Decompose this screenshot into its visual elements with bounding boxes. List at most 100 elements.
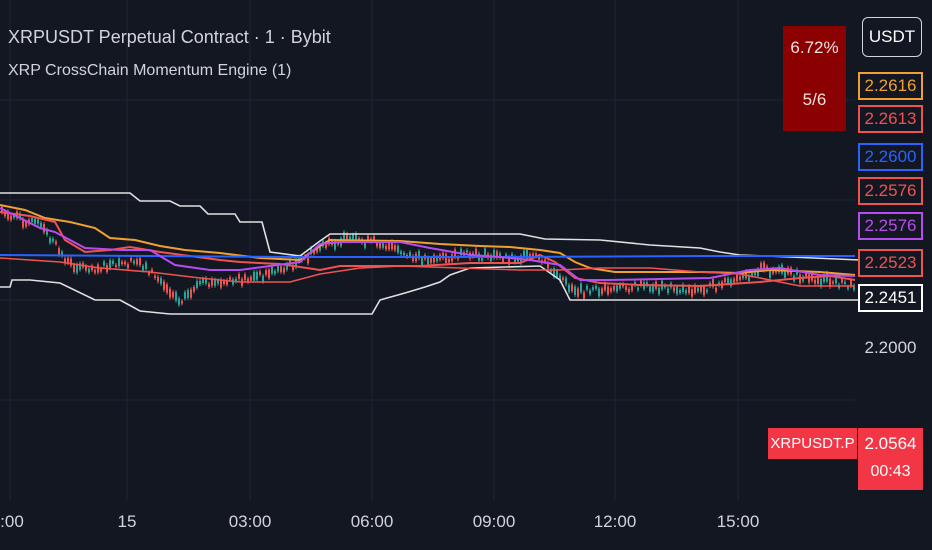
candle xyxy=(103,261,105,266)
candle xyxy=(628,288,630,293)
candle xyxy=(448,258,450,263)
candle xyxy=(847,286,849,289)
candle xyxy=(238,274,240,279)
candle xyxy=(262,275,264,282)
candle xyxy=(199,281,201,285)
candle xyxy=(667,288,669,293)
candle xyxy=(697,287,699,292)
candle xyxy=(271,266,273,274)
candle xyxy=(703,286,705,296)
candle xyxy=(70,258,72,266)
candle xyxy=(580,283,582,293)
candle xyxy=(556,270,558,278)
candle xyxy=(388,243,390,250)
candle xyxy=(574,286,576,295)
time-label: 09:00 xyxy=(472,512,516,531)
indicator-lines xyxy=(0,192,861,315)
price-tag: 2.2600 xyxy=(858,143,923,171)
candle xyxy=(592,287,594,290)
candle xyxy=(673,287,675,292)
time-label: 03:00 xyxy=(228,512,272,531)
candle xyxy=(565,277,567,285)
candle xyxy=(31,217,33,222)
candle xyxy=(256,272,258,280)
indicator-name: XRP CrossChain Momentum Engine (1) xyxy=(8,62,292,79)
candle xyxy=(613,285,615,291)
candle xyxy=(715,287,717,292)
candle xyxy=(268,269,270,279)
candle xyxy=(184,292,186,299)
candle xyxy=(202,278,204,283)
candle xyxy=(739,276,741,280)
candle xyxy=(277,265,279,272)
time-label: :00 xyxy=(0,512,24,531)
candle xyxy=(55,241,57,245)
candle xyxy=(130,257,132,261)
candle xyxy=(658,287,660,295)
candle xyxy=(379,242,381,248)
price-tag: 2.2576 xyxy=(858,212,923,240)
candle xyxy=(142,266,144,271)
candle xyxy=(259,271,261,275)
candle xyxy=(280,266,282,273)
candle xyxy=(571,284,573,292)
candle xyxy=(34,218,36,224)
candle xyxy=(265,270,267,275)
candle xyxy=(10,215,12,220)
candle xyxy=(67,257,69,263)
candle xyxy=(466,250,468,253)
info-ratio-box: 5/6 xyxy=(783,69,846,131)
candle xyxy=(598,288,600,297)
candle xyxy=(169,288,171,298)
currency-button[interactable]: USDT xyxy=(862,17,922,57)
candle xyxy=(577,288,579,297)
candle xyxy=(223,280,225,285)
time-label: 15:00 xyxy=(716,512,760,531)
candle xyxy=(631,285,633,291)
candle xyxy=(154,275,156,278)
candle xyxy=(157,276,159,282)
candle xyxy=(595,285,597,289)
candle xyxy=(616,285,618,292)
candle xyxy=(706,289,708,293)
candle xyxy=(808,274,810,283)
candle xyxy=(40,222,42,228)
candle xyxy=(175,292,177,301)
candle xyxy=(136,259,138,265)
candle xyxy=(385,245,387,250)
candle xyxy=(244,274,246,281)
candle xyxy=(121,261,123,265)
bar-countdown: 00:43 xyxy=(870,463,911,480)
candle xyxy=(94,270,96,273)
candle xyxy=(814,279,816,284)
candle xyxy=(433,254,435,263)
candle xyxy=(400,251,402,255)
candle xyxy=(760,263,762,269)
candle xyxy=(58,248,60,255)
price-tag: 2.2523 xyxy=(858,249,923,277)
candle xyxy=(700,286,702,292)
candle xyxy=(52,238,54,242)
last-price-value: 2.0564 xyxy=(864,434,917,453)
candle xyxy=(844,281,846,284)
time-label: 12:00 xyxy=(593,512,637,531)
candle xyxy=(601,288,603,295)
chart-title: XRPUSDT Perpetual Contract · 1 · Bybit xyxy=(8,27,331,47)
candle xyxy=(172,291,174,298)
candle xyxy=(145,262,147,269)
candle xyxy=(841,279,843,283)
candle xyxy=(409,252,411,257)
time-label: 06:00 xyxy=(350,512,394,531)
candle xyxy=(583,292,585,299)
candle xyxy=(274,270,276,274)
candle xyxy=(589,290,591,295)
candle xyxy=(430,257,432,263)
candle xyxy=(397,245,399,253)
current-price-tag: 2.2451 xyxy=(858,284,923,312)
candle xyxy=(685,290,687,294)
candle xyxy=(118,258,120,267)
candle xyxy=(607,286,609,295)
candle xyxy=(115,264,117,267)
candle xyxy=(832,281,834,284)
candle xyxy=(403,252,405,256)
